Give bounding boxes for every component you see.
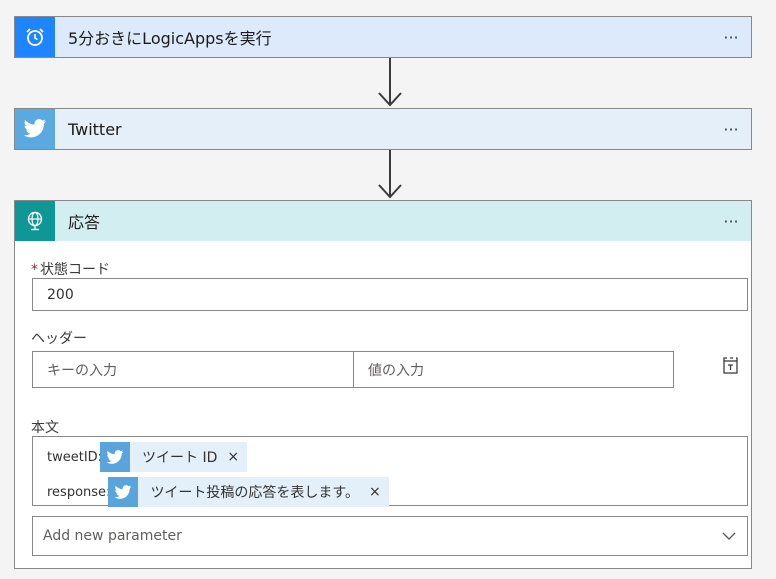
step-title-recurrence: 5分おきにLogicAppsを実行 xyxy=(68,29,272,48)
step-card-recurrence[interactable]: 5分おきにLogicAppsを実行 ··· xyxy=(14,16,752,58)
more-options-button[interactable]: ··· xyxy=(711,17,751,57)
twitter-bird-icon xyxy=(100,442,131,472)
flow-arrow-icon xyxy=(378,150,402,199)
headers-label: ヘッダー xyxy=(31,331,87,347)
header-value-input[interactable]: 値の入力 xyxy=(353,351,674,388)
dynamic-token-tweet-id[interactable]: ツイート ID × xyxy=(100,442,248,472)
remove-token-button[interactable]: × xyxy=(227,449,239,465)
globe-icon xyxy=(15,201,55,241)
body-editor[interactable]: tweetID: ツイート ID × response: ツイート投稿の応答を表… xyxy=(32,436,748,507)
body-prefix-response: response: xyxy=(47,484,111,500)
step-title-twitter: Twitter xyxy=(68,119,122,139)
more-options-button[interactable]: ··· xyxy=(711,109,751,149)
dynamic-token-response[interactable]: ツイート投稿の応答を表します。 × xyxy=(108,477,389,507)
token-label-tweet-id: ツイート ID xyxy=(142,450,218,466)
chevron-down-icon xyxy=(722,532,736,540)
ellipsis-icon: ··· xyxy=(723,211,739,231)
twitter-bird-icon xyxy=(108,477,139,507)
required-asterisk: * xyxy=(31,262,38,278)
step-header-twitter[interactable]: Twitter ··· xyxy=(15,109,751,149)
body-label: 本文 xyxy=(31,420,59,436)
ellipsis-icon: ··· xyxy=(723,119,739,139)
status-code-value: 200 xyxy=(47,286,74,303)
body-prefix-tweetid: tweetID: xyxy=(47,449,103,465)
remove-token-button[interactable]: × xyxy=(369,484,381,500)
add-new-parameter-dropdown[interactable]: Add new parameter xyxy=(32,516,748,556)
header-value-placeholder: 値の入力 xyxy=(368,362,424,379)
switch-to-text-mode-icon[interactable] xyxy=(721,356,741,376)
flow-arrow-icon xyxy=(378,58,402,107)
step-header-response[interactable]: 応答 ··· xyxy=(15,201,751,241)
twitter-bird-icon xyxy=(15,109,55,149)
more-options-button[interactable]: ··· xyxy=(711,201,751,241)
body-line-response: response: ツイート投稿の応答を表します。 × xyxy=(47,477,389,507)
step-title-response: 応答 xyxy=(68,213,101,232)
body-line-tweetid: tweetID: ツイート ID × xyxy=(47,442,248,472)
step-card-response[interactable]: 応答 ··· * 状態コード 200 ヘッダー キーの入力 値の入力 本文 twe… xyxy=(14,200,752,569)
header-key-input[interactable]: キーの入力 xyxy=(32,351,354,388)
add-new-parameter-placeholder: Add new parameter xyxy=(43,528,182,544)
step-header-recurrence[interactable]: 5分おきにLogicAppsを実行 ··· xyxy=(15,17,751,57)
alarm-clock-icon xyxy=(15,17,55,57)
header-key-placeholder: キーの入力 xyxy=(47,362,117,379)
status-code-label-text: 状態コード xyxy=(40,262,110,278)
status-code-label: * 状態コード xyxy=(31,259,110,279)
step-card-twitter[interactable]: Twitter ··· xyxy=(14,108,752,150)
token-label-response: ツイート投稿の応答を表します。 xyxy=(150,485,360,501)
ellipsis-icon: ··· xyxy=(723,27,739,47)
status-code-input[interactable]: 200 xyxy=(32,278,748,311)
